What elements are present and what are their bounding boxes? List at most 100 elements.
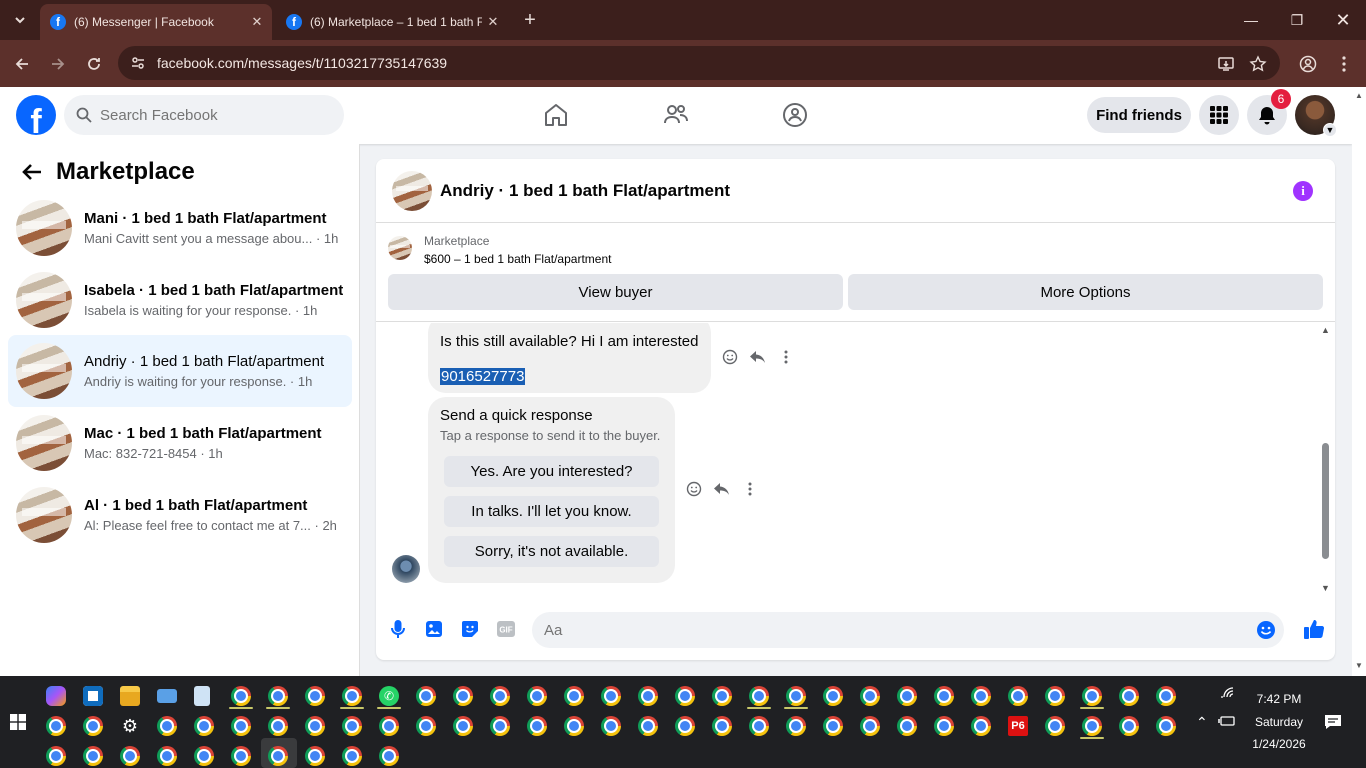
scroll-up-icon[interactable]: ▲ <box>1321 325 1330 335</box>
quick-response-button[interactable]: Yes. Are you interested? <box>444 456 659 487</box>
clock-date[interactable]: 1/24/2026 <box>1244 737 1314 751</box>
home-nav-button[interactable] <box>542 101 570 129</box>
chrome-taskbar-icon[interactable] <box>934 686 954 706</box>
install-app-button[interactable] <box>1214 52 1238 76</box>
voice-clip-icon[interactable] <box>388 619 408 639</box>
chrome-taskbar-icon[interactable] <box>1008 686 1028 706</box>
chrome-taskbar-icon[interactable] <box>564 686 584 706</box>
chrome-taskbar-icon[interactable] <box>305 716 325 736</box>
chat-title[interactable]: Andriy · 1 bed 1 bath Flat/apartment <box>440 181 730 201</box>
chrome-taskbar-icon[interactable] <box>675 716 695 736</box>
chrome-taskbar-icon[interactable] <box>490 686 510 706</box>
settings-gear-icon[interactable]: ⚙ <box>120 716 140 736</box>
view-buyer-button[interactable]: View buyer <box>388 274 843 310</box>
chrome-taskbar-icon[interactable] <box>712 686 732 706</box>
chrome-taskbar-icon[interactable] <box>786 686 806 706</box>
clock-day[interactable]: Saturday <box>1244 715 1314 729</box>
chevron-down-icon[interactable]: ▼ <box>1323 123 1337 137</box>
conversation-item[interactable]: Isabela · 1 bed 1 bath Flat/apartment Isa… <box>8 264 352 336</box>
listing-price[interactable]: $600 – 1 bed 1 bath Flat/apartment <box>424 252 611 266</box>
chrome-taskbar-icon[interactable] <box>157 716 177 736</box>
chrome-taskbar-icon[interactable] <box>527 686 547 706</box>
new-tab-button[interactable]: + <box>518 8 542 32</box>
chrome-taskbar-icon[interactable] <box>46 746 66 766</box>
chrome-taskbar-icon[interactable] <box>453 686 473 706</box>
chrome-taskbar-icon[interactable] <box>305 746 325 766</box>
chrome-taskbar-icon[interactable] <box>749 716 769 736</box>
chrome-taskbar-icon[interactable] <box>305 686 325 706</box>
chrome-taskbar-icon[interactable] <box>638 686 658 706</box>
conversation-item[interactable]: Mac · 1 bed 1 bath Flat/apartment Mac: 83… <box>8 407 352 479</box>
message-scrollbar[interactable]: ▲ ▼ <box>1320 323 1332 598</box>
listing-thumbnail[interactable] <box>392 170 432 211</box>
chrome-taskbar-icon[interactable] <box>934 716 954 736</box>
arrow-left-icon[interactable] <box>20 160 44 184</box>
notepad-icon[interactable] <box>194 686 210 706</box>
chrome-taskbar-icon[interactable] <box>453 716 473 736</box>
emoji-icon[interactable] <box>1256 620 1276 640</box>
facebook-logo-icon[interactable]: f <box>16 95 56 135</box>
quick-response-button[interactable]: Sorry, it's not available. <box>444 536 659 567</box>
chrome-taskbar-icon[interactable] <box>1045 716 1065 736</box>
scroll-down-icon[interactable]: ▼ <box>1321 583 1330 593</box>
search-input[interactable] <box>100 106 320 124</box>
clock-time[interactable]: 7:42 PM <box>1244 692 1314 706</box>
chrome-taskbar-icon[interactable] <box>601 686 621 706</box>
friends-nav-button[interactable] <box>662 101 690 129</box>
restore-button[interactable]: ❐ <box>1282 8 1312 32</box>
chrome-taskbar-icon[interactable] <box>83 746 103 766</box>
groups-nav-button[interactable] <box>781 101 809 129</box>
reply-icon[interactable] <box>744 343 772 371</box>
quick-response-button[interactable]: In talks. I'll let you know. <box>444 496 659 527</box>
gif-icon[interactable]: GIF <box>496 619 516 639</box>
microsoft-store-icon[interactable] <box>83 686 103 706</box>
tab-messenger[interactable]: f (6) Messenger | Facebook ✕ <box>40 4 272 40</box>
sender-avatar[interactable] <box>392 555 420 583</box>
chrome-taskbar-icon[interactable] <box>971 686 991 706</box>
notification-center-icon[interactable] <box>1324 714 1342 730</box>
chrome-taskbar-icon[interactable] <box>1082 716 1102 736</box>
chrome-taskbar-icon[interactable] <box>379 746 399 766</box>
site-settings-icon[interactable] <box>130 55 146 71</box>
reload-button[interactable] <box>82 52 106 76</box>
chrome-taskbar-icon[interactable] <box>823 716 843 736</box>
profile-button[interactable] <box>1296 52 1320 76</box>
chrome-taskbar-icon[interactable] <box>897 716 917 736</box>
chrome-taskbar-icon[interactable] <box>527 716 547 736</box>
chrome-taskbar-icon[interactable] <box>194 716 214 736</box>
tab-marketplace[interactable]: f (6) Marketplace – 1 bed 1 bath F ✕ <box>276 4 508 40</box>
chrome-taskbar-icon[interactable] <box>490 716 510 736</box>
scroll-up-icon[interactable]: ▲ <box>1355 91 1363 100</box>
chrome-taskbar-icon[interactable] <box>231 746 251 766</box>
chrome-taskbar-icon[interactable] <box>860 686 880 706</box>
like-thumbs-up-icon[interactable] <box>1302 617 1326 641</box>
battery-icon[interactable] <box>1218 714 1236 728</box>
chrome-taskbar-icon[interactable] <box>268 746 288 766</box>
conversation-item[interactable]: Al · 1 bed 1 bath Flat/apartment Al: Plea… <box>8 479 352 551</box>
menu-button[interactable] <box>1199 95 1239 135</box>
chrome-taskbar-icon[interactable] <box>897 686 917 706</box>
chrome-taskbar-icon[interactable] <box>860 716 880 736</box>
whatsapp-icon[interactable]: ✆ <box>379 686 399 706</box>
forward-button[interactable] <box>46 52 70 76</box>
reply-icon[interactable] <box>708 475 736 503</box>
chrome-taskbar-icon[interactable] <box>1045 686 1065 706</box>
chrome-taskbar-icon[interactable] <box>231 686 251 706</box>
chrome-taskbar-icon[interactable] <box>416 686 436 706</box>
chrome-taskbar-icon[interactable] <box>231 716 251 736</box>
more-icon[interactable] <box>736 475 764 503</box>
chrome-taskbar-icon[interactable] <box>1156 686 1176 706</box>
facebook-search[interactable] <box>64 95 344 135</box>
info-icon[interactable]: i <box>1293 181 1313 201</box>
copilot-icon[interactable] <box>46 686 66 706</box>
chrome-taskbar-icon[interactable] <box>786 716 806 736</box>
browser-menu-button[interactable] <box>1332 52 1356 76</box>
chrome-taskbar-icon[interactable] <box>120 746 140 766</box>
chrome-taskbar-icon[interactable] <box>675 686 695 706</box>
close-tab-icon[interactable]: ✕ <box>482 14 504 30</box>
bookmark-button[interactable] <box>1246 52 1270 76</box>
chrome-taskbar-icon[interactable] <box>712 716 732 736</box>
chrome-taskbar-icon[interactable] <box>1119 686 1139 706</box>
windows-start-icon[interactable] <box>10 714 26 730</box>
address-bar[interactable]: facebook.com/messages/t/1103217735147639 <box>118 46 1280 80</box>
